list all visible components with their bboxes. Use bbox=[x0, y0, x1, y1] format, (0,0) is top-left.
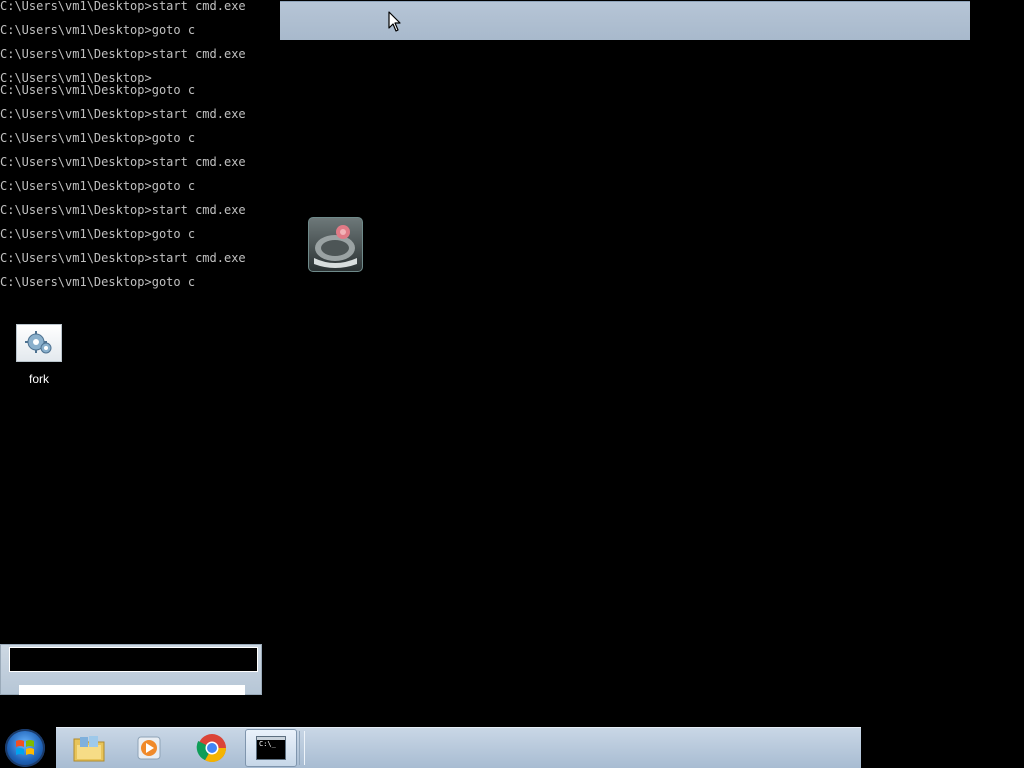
media-player-icon[interactable] bbox=[308, 217, 363, 272]
taskbar-media-player-button[interactable] bbox=[124, 729, 174, 767]
console-line: C:\Users\vm1\Desktop>goto c bbox=[0, 83, 196, 97]
taskbar-window-preview[interactable] bbox=[0, 644, 262, 695]
media-player-icon bbox=[137, 736, 161, 760]
console-line: C:\Users\vm1\Desktop>start cmd.exe bbox=[0, 155, 246, 169]
console-line: C:\Users\vm1\Desktop>start cmd.exe bbox=[0, 0, 246, 13]
folder-icon bbox=[73, 736, 105, 762]
mouse-cursor-icon bbox=[388, 11, 401, 32]
window-titlebar-fragment[interactable] bbox=[280, 1, 970, 40]
taskbar-explorer-button[interactable] bbox=[64, 729, 114, 767]
chrome-icon bbox=[196, 734, 226, 762]
console-line: C:\Users\vm1\Desktop>goto c bbox=[0, 23, 196, 37]
taskbar-chrome-button[interactable] bbox=[187, 729, 237, 767]
console-line: C:\Users\vm1\Desktop>goto c bbox=[0, 179, 196, 193]
console-line: C:\Users\vm1\Desktop>start cmd.exe bbox=[0, 251, 246, 265]
taskbar-cmd-button[interactable]: C:\_ bbox=[245, 729, 297, 767]
preview-console-pane bbox=[9, 647, 258, 672]
gears-icon bbox=[16, 324, 62, 362]
start-button[interactable] bbox=[5, 729, 45, 767]
desktop-icon-fork[interactable]: fork bbox=[8, 324, 70, 390]
preview-blank-pane bbox=[19, 685, 245, 695]
console-line: C:\Users\vm1\Desktop>goto c bbox=[0, 275, 196, 289]
taskbar-separator bbox=[299, 731, 305, 765]
cmd-icon-text: C:\_ bbox=[259, 740, 276, 748]
desktop-icon-label: fork bbox=[28, 372, 49, 386]
windows-logo-icon bbox=[16, 740, 34, 755]
cmd-icon: C:\_ bbox=[256, 736, 286, 760]
console-line: C:\Users\vm1\Desktop>start cmd.exe bbox=[0, 107, 246, 121]
console-line: C:\Users\vm1\Desktop>goto c bbox=[0, 131, 196, 145]
console-line: C:\Users\vm1\Desktop>start cmd.exe bbox=[0, 47, 246, 61]
console-line: C:\Users\vm1\Desktop>goto c bbox=[0, 227, 196, 241]
taskbar-edge bbox=[861, 727, 1024, 768]
desktop-screen: C:\Users\vm1\Desktop>start cmd.exe C:\Us… bbox=[0, 0, 1024, 768]
console-line: C:\Users\vm1\Desktop>start cmd.exe bbox=[0, 203, 246, 217]
